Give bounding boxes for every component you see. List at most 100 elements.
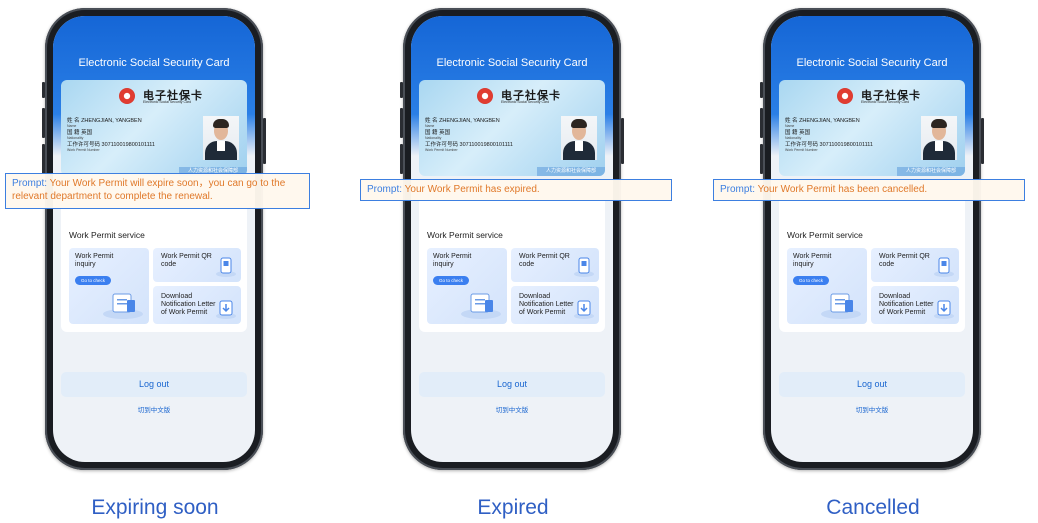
mute-switch [42,82,45,98]
document-stack-icon [821,293,861,319]
phone-qr-icon [216,257,236,277]
power-button [981,118,984,164]
work-permit-inquiry-tile[interactable]: Work Permit inquiry Go to check [69,248,149,324]
download-notification-tile[interactable]: Download Notification Letter of Work Per… [871,286,959,324]
holder-photo [561,116,597,160]
name-value: ZHENGJIAN, YANGBEN [439,118,500,124]
work-permit-qr-tile[interactable]: Work Permit QR code [871,248,959,282]
emblem-icon [119,88,135,104]
prompt-label: Prompt: [12,178,48,189]
work-permit-qr-tile[interactable]: Work Permit QR code [511,248,599,282]
mute-switch [400,82,403,98]
phone-qr-icon [574,257,594,277]
mute-switch [760,82,763,98]
permit-en-label: Work Permit Number [785,148,818,152]
download-label: Download Notification Letter of Work Per… [879,293,934,316]
phone-screen: Electronic Social Security Card 电子社保卡 El… [53,16,255,462]
variant-expiring-soon: Electronic Social Security Card 电子社保卡 El… [0,0,335,523]
qr-label: Work Permit QR code [161,253,212,268]
power-button [263,118,266,164]
download-label: Download Notification Letter of Work Per… [519,293,574,316]
download-notification-tile[interactable]: Download Notification Letter of Work Per… [153,286,241,324]
name-en-label: Name [785,124,795,128]
download-label: Download Notification Letter of Work Per… [161,293,216,316]
issuer-label: 人力资源和社会保障部 [537,167,605,176]
variant-caption: Cancelled [826,496,920,519]
prompt-label: Prompt: [720,184,756,195]
go-to-check-button[interactable]: Go to check [75,276,112,285]
social-security-card[interactable]: 电子社保卡 Electronic Social Security Card 姓 … [779,80,965,176]
inquiry-label: Work Permit inquiry [793,253,832,268]
volume-up-button [760,108,763,138]
card-subtitle: Electronic Social Security Card [861,100,910,104]
switch-language-link[interactable]: 切到中文版 [771,404,973,414]
logout-button[interactable]: Log out [419,372,605,397]
go-to-check-button[interactable]: Go to check [793,276,830,285]
issuer-label: 人力资源和社会保障部 [897,167,965,176]
switch-language-link[interactable]: 切到中文版 [53,404,255,414]
power-button [621,118,624,164]
prompt-message: Your Work Permit has expired. [404,184,540,195]
variant-caption: Expiring soon [91,496,219,519]
logout-button[interactable]: Log out [61,372,247,397]
prompt-banner: Prompt: Your Work Permit has expired. [360,179,672,201]
permit-value: 307110019800101111 [101,142,155,148]
card-details: 姓 名 ZHENGJIAN, YANGBEN Name 国 籍 英国 Natio… [425,118,513,154]
phone-frame: Electronic Social Security Card 电子社保卡 El… [760,8,984,470]
download-icon [934,300,954,319]
permit-value: 307110019800101111 [819,142,873,148]
prompt-banner: Prompt: Your Work Permit has been cancel… [713,179,1025,201]
go-to-check-button[interactable]: Go to check [433,276,470,285]
name-value: ZHENGJIAN, YANGBEN [81,118,142,124]
prompt-label: Prompt: [367,184,403,195]
permit-en-label: Work Permit Number [67,148,100,152]
work-permit-inquiry-tile[interactable]: Work Permit inquiry Go to check [427,248,507,324]
page-title: Electronic Social Security Card [78,57,230,69]
volume-up-button [400,108,403,138]
inquiry-label: Work Permit inquiry [433,253,472,268]
work-permit-inquiry-tile[interactable]: Work Permit inquiry Go to check [787,248,867,324]
variant-expired: Electronic Social Security Card 电子社保卡 El… [333,0,693,523]
service-title: Work Permit service [427,230,503,240]
service-panel: Work Permit service Work Permit inquiry … [419,182,605,332]
card-details: 姓 名 ZHENGJIAN, YANGBEN Name 国 籍 英国 Natio… [67,118,155,154]
document-stack-icon [461,293,501,319]
service-title: Work Permit service [787,230,863,240]
phone-qr-icon [934,257,954,277]
phone-frame: Electronic Social Security Card 电子社保卡 El… [400,8,624,470]
service-panel: Work Permit service Work Permit inquiry … [779,182,965,332]
nationality-en-label: Nationality [425,136,442,140]
page-title: Electronic Social Security Card [436,57,588,69]
inquiry-label: Work Permit inquiry [75,253,114,268]
switch-language-link[interactable]: 切到中文版 [411,404,613,414]
holder-photo [203,116,239,160]
volume-down-button [42,144,45,174]
prompt-message: Your Work Permit will expire soon，you ca… [12,178,286,202]
nationality-en-label: Nationality [67,136,84,140]
prompt-message: Your Work Permit has been cancelled. [757,184,928,195]
prompt-banner: Prompt: Your Work Permit will expire soo… [5,173,310,209]
social-security-card[interactable]: 电子社保卡 Electronic Social Security Card 姓 … [419,80,605,176]
download-notification-tile[interactable]: Download Notification Letter of Work Per… [511,286,599,324]
download-icon [574,300,594,319]
permit-en-label: Work Permit Number [425,148,458,152]
volume-down-button [760,144,763,174]
social-security-card[interactable]: 电子社保卡 Electronic Social Security Card 姓 … [61,80,247,176]
name-value: ZHENGJIAN, YANGBEN [799,118,860,124]
service-title: Work Permit service [69,230,145,240]
qr-label: Work Permit QR code [519,253,570,268]
card-subtitle: Electronic Social Security Card [501,100,550,104]
variant-cancelled: Electronic Social Security Card 电子社保卡 El… [693,0,1038,523]
download-icon [216,300,236,319]
volume-up-button [42,108,45,138]
logout-button[interactable]: Log out [779,372,965,397]
document-stack-icon [103,293,143,319]
phone-screen: Electronic Social Security Card 电子社保卡 El… [771,16,973,462]
nationality-en-label: Nationality [785,136,802,140]
work-permit-qr-tile[interactable]: Work Permit QR code [153,248,241,282]
variant-caption: Expired [477,496,549,519]
permit-value: 307110019800101111 [459,142,513,148]
phone-screen: Electronic Social Security Card 电子社保卡 El… [411,16,613,462]
emblem-icon [477,88,493,104]
page-title: Electronic Social Security Card [796,57,948,69]
